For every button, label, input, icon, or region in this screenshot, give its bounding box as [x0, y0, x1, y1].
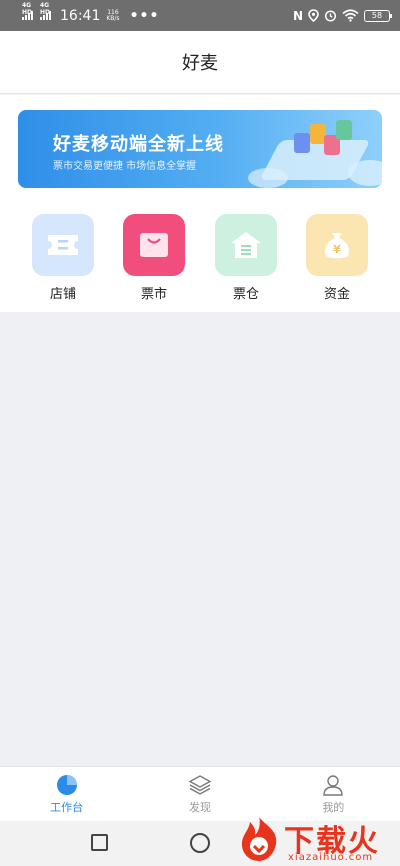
battery-icon: 58 [364, 9, 392, 22]
shortcut-label: 票市 [140, 287, 167, 302]
watermark-logo: 下载火 xiazaihuo.com [232, 812, 400, 866]
network-type-2: 4G HD [40, 2, 51, 16]
wifi-icon [342, 9, 359, 22]
tab-label: 发现 [188, 800, 211, 814]
flame-logo-icon [241, 817, 277, 861]
speed-unit: KB/s [106, 14, 120, 22]
alarm-icon [324, 10, 337, 22]
shortcut-market[interactable]: 票市 [122, 214, 186, 302]
tab-workbench[interactable]: 工作台 [0, 767, 133, 821]
warehouse-icon [231, 232, 261, 258]
shortcut-label: 资金 [323, 287, 350, 302]
promo-banner[interactable]: 好麦移动端全新上线 票市交易更便捷 市场信息全掌握 [18, 110, 382, 188]
shortcut-shop[interactable]: 店铺 [31, 214, 95, 302]
pie-chart-icon [56, 774, 77, 795]
ticket-icon [48, 235, 78, 255]
tab-label: 工作台 [50, 800, 84, 814]
banner-subtitle: 票市交易更便捷 市场信息全掌握 [53, 161, 197, 172]
shortcut-grid: 店铺 票市 票仓 ¥ 资金 [0, 214, 400, 304]
battery-level: 58 [371, 11, 383, 20]
shortcut-warehouse[interactable]: 票仓 [214, 214, 278, 302]
layers-icon [188, 774, 212, 795]
network-speed: 116 KB/s [106, 9, 120, 22]
card-illustration [294, 133, 310, 153]
svg-text:¥: ¥ [333, 243, 341, 256]
shortcut-funds[interactable]: ¥ 资金 [305, 214, 369, 302]
clock: 16:41 [60, 7, 101, 24]
home-button[interactable] [190, 833, 210, 853]
card-illustration [336, 120, 352, 140]
shortcut-label: 票仓 [232, 287, 259, 302]
workbench-panel: 好麦移动端全新上线 票市交易更便捷 市场信息全掌握 店铺 票市 票仓 ¥ 资金 [0, 95, 400, 312]
shortcut-label: 店铺 [49, 287, 76, 302]
app-header: 好麦 [0, 31, 400, 94]
more-notifications-icon: ••• [129, 7, 160, 24]
location-icon [308, 9, 319, 22]
watermark-url: xiazaihuo.com [288, 852, 374, 863]
nfc-icon: N [292, 8, 303, 23]
signal-icon-1: 4G HD [22, 2, 34, 20]
person-icon [323, 774, 344, 796]
status-bar: 4G HD 4G HD 16:41 116 KB/s ••• N 58 [0, 0, 400, 31]
shopping-bag-icon [140, 233, 168, 257]
signal-icon-2: 4G HD [40, 2, 52, 20]
money-bag-icon: ¥ [324, 233, 350, 259]
page-title: 好麦 [182, 53, 218, 74]
recent-apps-button[interactable] [91, 834, 108, 851]
network-type-1: 4G HD [22, 2, 33, 16]
banner-title: 好麦移动端全新上线 [53, 134, 224, 155]
